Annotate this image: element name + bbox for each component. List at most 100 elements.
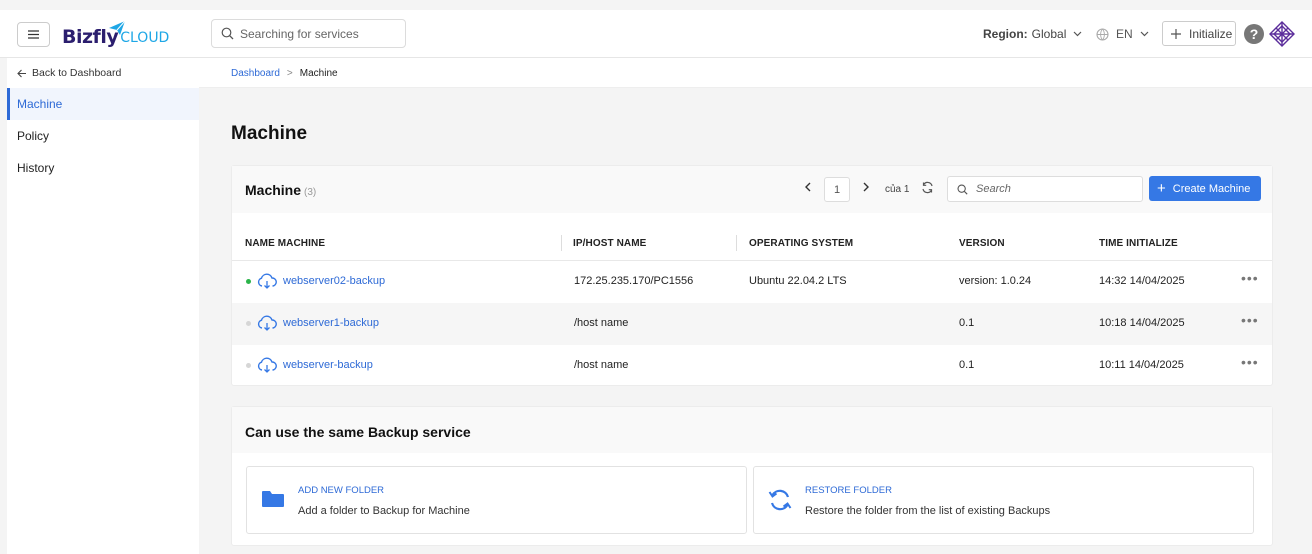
search-placeholder: Searching for services (240, 26, 359, 41)
search-placeholder: Search (976, 183, 1011, 195)
globe-icon (1096, 27, 1109, 41)
version-cell: 0.1 (959, 317, 975, 329)
sidebar: Back to Dashboard Machine Policy History (7, 58, 199, 554)
time-cell: 10:18 14/04/2025 (1099, 317, 1185, 329)
row-more-button[interactable]: ••• (1241, 354, 1259, 370)
time-cell: 10:11 14/04/2025 (1099, 359, 1184, 371)
status-dot (246, 320, 251, 326)
machine-card: Machine (3) 1 của 1 Search + Create Machi… (231, 165, 1273, 386)
hamburger-icon (28, 30, 39, 39)
row-more-button[interactable]: ••• (1241, 312, 1259, 328)
machine-card-title: Machine (3) (245, 182, 316, 198)
page-number-input[interactable]: 1 (824, 177, 850, 202)
chevron-down-icon (1073, 31, 1082, 37)
machine-name: webserver-backup (283, 359, 373, 371)
plus-icon: + (1157, 180, 1166, 197)
backup-service-card: Can use the same Backup service ADD NEW … (231, 406, 1273, 546)
ip-cell: /host name (574, 359, 629, 371)
status-dot (246, 362, 251, 368)
version-cell: 0.1 (959, 359, 975, 371)
sidebar-item-history[interactable]: History (7, 152, 199, 184)
create-machine-button[interactable]: + Create Machine (1149, 176, 1261, 201)
region-selector[interactable]: Region: Global (983, 27, 1082, 41)
table-row[interactable]: webserver-backup /host name 0.1 10:11 14… (232, 345, 1272, 387)
machine-count: (3) (304, 187, 317, 198)
breadcrumb-dashboard-link[interactable]: Dashboard (231, 68, 280, 79)
machine-name-link[interactable]: webserver1-backup (246, 315, 379, 331)
back-label: Back to Dashboard (32, 67, 122, 79)
tile-description: Restore the folder from the list of exis… (805, 505, 1051, 517)
row-more-button[interactable]: ••• (1241, 270, 1259, 286)
initialize-button[interactable]: Initialize (1162, 21, 1236, 46)
tile-description: Add a folder to Backup for Machine (298, 505, 470, 517)
card-title-text: Machine (245, 182, 302, 198)
hamburger-menu-button[interactable] (17, 22, 50, 47)
ip-cell: 172.25.235.170/PC1556 (574, 275, 694, 287)
ip-cell: /host name (574, 317, 629, 329)
sidebar-item-policy[interactable]: Policy (7, 120, 199, 152)
region-value: Global (1031, 27, 1067, 41)
paper-plane-icon (109, 20, 126, 35)
table-row[interactable]: webserver1-backup /host name 0.1 10:18 1… (232, 303, 1272, 345)
top-bar: Bizfly CLOUD Searching for services Regi… (0, 0, 1312, 58)
breadcrumb-bar: Dashboard > Machine (199, 58, 1312, 88)
service-search-input[interactable]: Searching for services (211, 19, 406, 48)
language-selector[interactable]: EN (1096, 27, 1149, 41)
refresh-icon[interactable] (921, 181, 934, 194)
machine-name: webserver02-backup (283, 275, 386, 287)
pager-prev-button[interactable] (804, 182, 812, 192)
os-cell: Ubuntu 22.04.2 LTS (749, 275, 847, 287)
bizfly-logo[interactable]: Bizfly CLOUD (62, 18, 169, 48)
cloud-sync-icon (257, 273, 277, 289)
machine-card-header: Machine (3) 1 của 1 Search + Create Machi… (232, 166, 1272, 213)
initialize-label: Initialize (1189, 26, 1233, 41)
search-icon (957, 183, 968, 195)
column-header-version: VERSION (959, 238, 1005, 249)
tile-title: RESTORE FOLDER (805, 485, 892, 496)
help-button[interactable]: ? (1244, 24, 1264, 44)
search-icon (221, 27, 234, 40)
backup-service-header: Can use the same Backup service (232, 407, 1272, 453)
tile-title: ADD NEW FOLDER (298, 485, 385, 496)
column-header-name: NAME MACHINE (245, 238, 326, 249)
sidebar-item-label: Policy (17, 129, 50, 143)
add-new-folder-tile[interactable]: ADD NEW FOLDER Add a folder to Backup fo… (246, 466, 747, 534)
breadcrumb-current: Machine (299, 68, 338, 79)
pager-total: của 1 (885, 184, 910, 195)
pager-next-button[interactable] (862, 182, 870, 192)
logo-sub-text: CLOUD (120, 30, 170, 46)
column-header-ip: IP/HOST NAME (573, 238, 647, 249)
restore-folder-tile[interactable]: RESTORE FOLDER Restore the folder from t… (753, 466, 1254, 534)
machine-search-input[interactable]: Search (947, 176, 1143, 202)
machine-name-link[interactable]: webserver-backup (246, 357, 373, 373)
page-title: Machine (231, 123, 308, 144)
cloud-sync-icon (257, 357, 277, 373)
version-cell: version: 1.0.24 (959, 275, 1032, 287)
restore-icon (768, 489, 792, 511)
chevron-down-icon (1140, 31, 1149, 37)
arrow-left-icon (17, 69, 26, 77)
machine-name: webserver1-backup (283, 317, 379, 329)
back-to-dashboard-link[interactable]: Back to Dashboard (17, 67, 121, 79)
table-row[interactable]: webserver02-backup 172.25.235.170/PC1556… (232, 261, 1272, 303)
cloud-sync-icon (257, 315, 277, 331)
sidebar-item-label: Machine (17, 97, 63, 111)
backup-service-title: Can use the same Backup service (245, 424, 471, 440)
machine-name-link[interactable]: webserver02-backup (246, 273, 385, 289)
column-divider (561, 235, 562, 251)
sidebar-item-machine[interactable]: Machine (7, 88, 199, 120)
breadcrumb: Dashboard > Machine (231, 68, 338, 79)
language-value: EN (1116, 27, 1133, 41)
time-cell: 14:32 14/04/2025 (1099, 275, 1185, 287)
folder-icon (262, 491, 284, 507)
column-header-os: OPERATING SYSTEM (749, 238, 854, 249)
region-label: Region: (983, 27, 1028, 41)
plus-icon (1171, 28, 1181, 39)
column-header-time: TIME INITIALIZE (1099, 238, 1178, 249)
user-avatar[interactable] (1269, 21, 1295, 47)
column-divider (736, 235, 737, 251)
create-machine-label: Create Machine (1172, 182, 1251, 195)
breadcrumb-separator: > (286, 68, 293, 79)
sidebar-item-label: History (17, 161, 55, 175)
status-dot (246, 278, 251, 284)
